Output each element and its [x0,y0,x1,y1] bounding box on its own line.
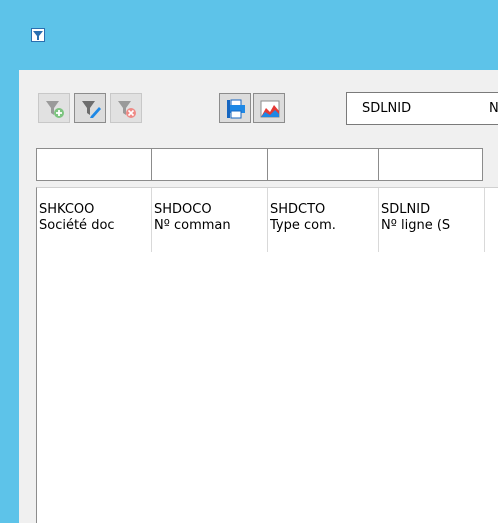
column-header-shdoco[interactable]: SHDOCO Nº comman [152,188,268,252]
column-code: SDLNID [381,202,431,217]
column-label: Nº comman [154,218,231,233]
column-code: SHDCTO [270,202,326,217]
column-label: Type com. [270,218,336,233]
printer-icon [227,99,245,119]
edit-filter-button[interactable] [74,93,106,123]
funnel-pencil-icon [82,101,101,118]
filter-row [36,148,498,181]
column-code: SHDOCO [154,202,212,217]
toolbar: SDLNID N [19,70,498,141]
filter-cell-shdcto[interactable] [267,148,379,181]
column-header-shdcto[interactable]: SHDCTO Type com. [268,188,379,252]
title-bar [0,0,498,70]
chart-icon [260,100,280,118]
column-selector-value: SDLNID [362,101,412,116]
filter-cell-sdlnid[interactable] [378,148,483,181]
column-selector[interactable]: SDLNID N [346,92,498,125]
data-grid: SHKCOO Société doc SHDOCO Nº comman SHDC… [36,187,498,523]
add-filter-button[interactable] [38,93,70,123]
remove-filter-button[interactable] [110,93,142,123]
column-header-sdlnid[interactable]: SDLNID Nº ligne (S [379,188,485,252]
application-window: SDLNID N SHKCOO Société doc SHDOCO Nº co… [0,0,498,523]
app-filter-icon [31,27,45,42]
column-label: Nº ligne (S [381,218,451,233]
column-selector-second-value: N [489,101,498,116]
column-code: SHKCOO [39,202,95,217]
column-label: Société doc [39,218,115,233]
print-button[interactable] [219,93,251,123]
client-area: SDLNID N SHKCOO Société doc SHDOCO Nº co… [19,70,498,523]
funnel-plus-icon [46,101,64,118]
filter-cell-shdoco[interactable] [151,148,268,181]
column-header-shkcoo[interactable]: SHKCOO Société doc [37,188,152,252]
funnel-delete-icon [118,101,136,118]
chart-button[interactable] [253,93,285,123]
filter-cell-shkcoo[interactable] [36,148,152,181]
